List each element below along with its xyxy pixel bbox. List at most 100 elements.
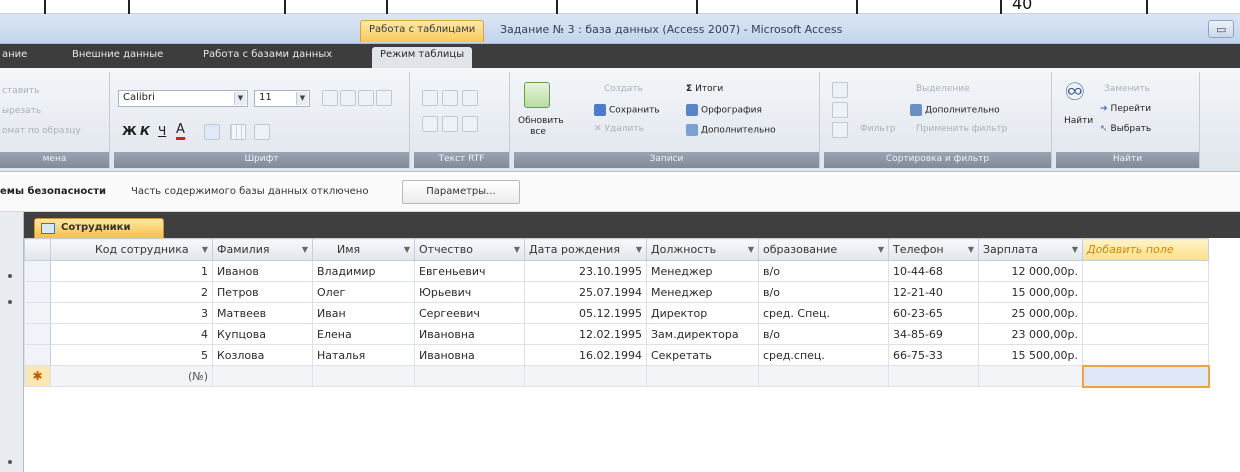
window-restore-button[interactable]: ▭ xyxy=(1208,20,1234,38)
cell-add-field-focused[interactable] xyxy=(1081,364,1210,388)
cell-position[interactable]: Зам.директора xyxy=(646,323,759,345)
cell-surname[interactable]: Козлова xyxy=(212,344,313,366)
cell-surname[interactable]: Петров xyxy=(212,281,313,303)
delete-record-button[interactable]: ✕ Удалить xyxy=(594,124,644,134)
bold-button[interactable]: Ж xyxy=(122,124,137,138)
cell-add-field[interactable] xyxy=(1082,260,1209,282)
column-header[interactable]: Отчество ▼ xyxy=(414,238,525,261)
row-selector[interactable] xyxy=(24,302,51,324)
cell-salary-new[interactable] xyxy=(978,365,1083,387)
cell-surname-new[interactable] xyxy=(212,365,313,387)
cell-name[interactable]: Владимир xyxy=(312,260,415,282)
cell-phone[interactable]: 12-21-40 xyxy=(888,281,979,303)
table-row[interactable]: 2 Петров Олег Юрьевич 25.07.1994 Менедже… xyxy=(24,281,1209,303)
select-button[interactable]: ↖ Выбрать xyxy=(1100,124,1151,134)
column-header[interactable]: Имя ▼ xyxy=(312,238,415,261)
align-right-icon[interactable] xyxy=(358,90,374,106)
cell-education[interactable]: сред.спец. xyxy=(758,344,889,366)
column-header[interactable]: Зарплата ▼ xyxy=(978,238,1083,261)
cell-education[interactable]: в/о xyxy=(758,281,889,303)
align-center-icon[interactable] xyxy=(340,90,356,106)
cell-id[interactable]: 2 xyxy=(50,281,213,303)
chevron-down-icon[interactable]: ▼ xyxy=(968,245,974,254)
row-selector[interactable] xyxy=(24,323,51,345)
filter-button[interactable]: Фильтр xyxy=(860,124,896,134)
cell-position[interactable]: Директор xyxy=(646,302,759,324)
row-selector[interactable] xyxy=(24,344,51,366)
column-header[interactable]: Телефон ▼ xyxy=(888,238,979,261)
cell-education[interactable]: в/о xyxy=(758,323,889,345)
cell-position[interactable]: Секретать xyxy=(646,344,759,366)
cell-add-field[interactable] xyxy=(1082,302,1209,324)
chevron-down-icon[interactable]: ▼ xyxy=(202,245,208,254)
cell-id[interactable]: 1 xyxy=(50,260,213,282)
sort-descending-icon[interactable] xyxy=(832,102,848,118)
select-all-corner[interactable] xyxy=(24,238,51,261)
align-left-icon[interactable] xyxy=(322,90,338,106)
cell-birthdate[interactable]: 16.02.1994 xyxy=(524,344,647,366)
chevron-down-icon[interactable]: ▼ xyxy=(636,245,642,254)
cell-patronymic[interactable]: Ивановна xyxy=(414,344,525,366)
column-header[interactable]: Дата рождения ▼ xyxy=(524,238,647,261)
refresh-all-button[interactable]: Обновить все xyxy=(518,116,564,138)
cell-id-new[interactable]: (№) xyxy=(50,365,213,387)
format-painter-button[interactable]: омат по образцу xyxy=(2,126,81,136)
cell-phone-new[interactable] xyxy=(888,365,979,387)
chevron-down-icon[interactable]: ▼ xyxy=(748,245,754,254)
cell-name[interactable]: Елена xyxy=(312,323,415,345)
cell-name-new[interactable] xyxy=(312,365,415,387)
cell-salary[interactable]: 15 000,00р. xyxy=(978,281,1083,303)
cell-education[interactable]: в/о xyxy=(758,260,889,282)
font-color-button[interactable]: А xyxy=(176,122,185,140)
cell-education[interactable]: сред. Спец. xyxy=(758,302,889,324)
replace-button[interactable]: Заменить xyxy=(1104,84,1150,94)
options-button[interactable]: Параметры... xyxy=(402,180,520,204)
apply-filter-button[interactable]: Применить фильтр xyxy=(916,124,1007,134)
navigation-pane-collapsed[interactable] xyxy=(0,212,24,472)
goto-button[interactable]: ➔ Перейти xyxy=(1100,104,1151,114)
fill-color-icon[interactable] xyxy=(204,124,220,140)
cell-patronymic-new[interactable] xyxy=(414,365,525,387)
chevron-down-icon[interactable]: ▼ xyxy=(302,245,308,254)
highlight-icon[interactable] xyxy=(462,116,478,132)
cell-id[interactable]: 5 xyxy=(50,344,213,366)
tab-datasheet[interactable]: Режим таблицы xyxy=(372,47,473,68)
table-row[interactable]: 5 Козлова Наталья Ивановна 16.02.1994 Се… xyxy=(24,344,1209,366)
italic-button[interactable]: К xyxy=(140,124,150,138)
cell-position[interactable]: Менеджер xyxy=(646,260,759,282)
cell-surname[interactable]: Иванов xyxy=(212,260,313,282)
ltr-icon[interactable] xyxy=(462,90,478,106)
new-record-marker-icon[interactable]: ✱ xyxy=(24,365,51,387)
tab-create[interactable]: ание xyxy=(2,49,27,60)
cell-surname[interactable]: Матвеев xyxy=(212,302,313,324)
cell-phone[interactable]: 66-75-33 xyxy=(888,344,979,366)
cell-phone[interactable]: 60-23-65 xyxy=(888,302,979,324)
tab-database-tools[interactable]: Работа с базами данных xyxy=(203,49,332,60)
font-name-select[interactable]: Calibri ▼ xyxy=(118,90,248,107)
cell-id[interactable]: 4 xyxy=(50,323,213,345)
cell-name[interactable]: Олег xyxy=(312,281,415,303)
new-record-row[interactable]: ✱ (№) xyxy=(24,364,1210,388)
column-header[interactable]: Фамилия ▼ xyxy=(212,238,313,261)
advanced-filter-button[interactable]: Дополнительно xyxy=(910,104,1000,116)
cell-position-new[interactable] xyxy=(646,365,759,387)
save-record-button[interactable]: Сохранить xyxy=(594,104,660,116)
numbering-icon[interactable] xyxy=(442,116,458,132)
align-justify-icon[interactable] xyxy=(376,90,392,106)
selection-button[interactable]: Выделение xyxy=(916,84,970,94)
cut-button[interactable]: ырезать xyxy=(2,106,41,116)
alt-row-color-icon[interactable] xyxy=(254,124,270,140)
cell-surname[interactable]: Купцова xyxy=(212,323,313,345)
paste-button[interactable]: ставить xyxy=(2,86,39,96)
add-field-header[interactable]: Добавить поле xyxy=(1082,238,1209,261)
tab-employees-table[interactable]: Сотрудники xyxy=(34,218,164,238)
cell-salary[interactable]: 23 000,00р. xyxy=(978,323,1083,345)
clear-sort-icon[interactable] xyxy=(832,122,848,138)
cell-name[interactable]: Иван xyxy=(312,302,415,324)
gridlines-icon[interactable] xyxy=(230,124,246,140)
cell-patronymic[interactable]: Евгеньевич xyxy=(414,260,525,282)
column-header[interactable]: Должность ▼ xyxy=(646,238,759,261)
row-selector[interactable] xyxy=(24,281,51,303)
row-selector[interactable] xyxy=(24,260,51,282)
increase-indent-icon[interactable] xyxy=(442,90,458,106)
